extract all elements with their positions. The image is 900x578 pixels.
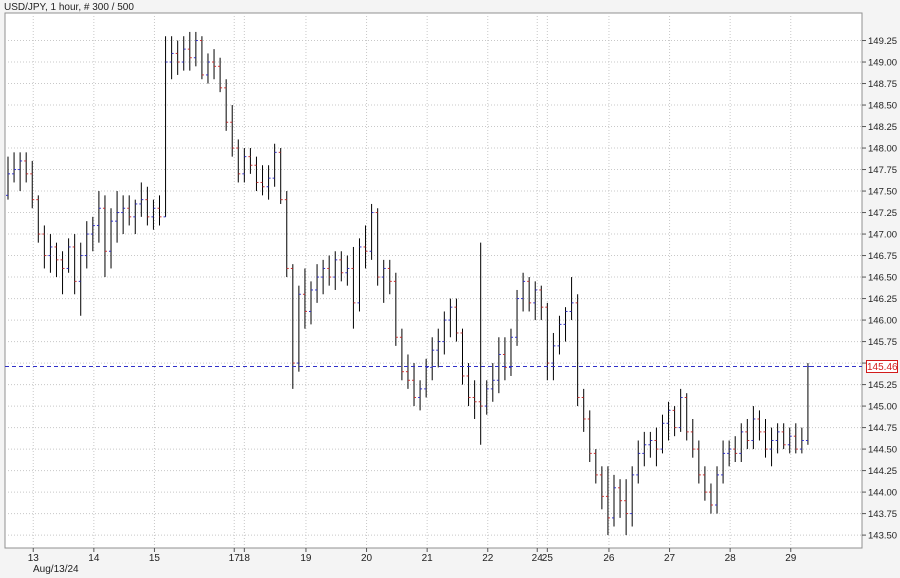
y-tick-label: 146.75 bbox=[868, 251, 897, 262]
y-tick-label: 145.00 bbox=[868, 402, 897, 413]
y-tick-label: 145.75 bbox=[868, 337, 897, 348]
y-axis: 143.50 143.75 144.00 144.25 144.50 144.75 145.… bbox=[862, 36, 897, 542]
x-tick-label: 15 bbox=[149, 553, 161, 564]
symbol: USD/JPY bbox=[4, 2, 45, 13]
last-price-tag: 145.46 bbox=[866, 360, 898, 373]
y-tick-label: 144.25 bbox=[868, 466, 897, 477]
y-tick-label: 149.25 bbox=[868, 36, 897, 47]
y-tick-label: 147.00 bbox=[868, 230, 897, 241]
x-tick-label: 21 bbox=[422, 553, 434, 564]
y-tick-label: 144.00 bbox=[868, 488, 897, 499]
price-chart: 143.50 143.75 144.00 144.25 144.50 144.75 145.… bbox=[4, 12, 897, 575]
x-tick-label: 19 bbox=[300, 553, 312, 564]
y-tick-label: 148.75 bbox=[868, 79, 897, 90]
y-tick-label: 146.50 bbox=[868, 273, 897, 284]
x-tick-label: 13 bbox=[28, 553, 40, 564]
x-tick-label: 22 bbox=[482, 553, 494, 564]
y-tick-label: 146.25 bbox=[868, 294, 897, 305]
y-tick-label: 144.50 bbox=[868, 445, 897, 456]
y-tick-label: 149.00 bbox=[868, 58, 897, 69]
x-tick-label: 14 bbox=[88, 553, 100, 564]
x-tick-label: 28 bbox=[725, 553, 737, 564]
y-tick-label: 145.25 bbox=[868, 380, 897, 391]
x-tick-label: 26 bbox=[603, 553, 615, 564]
x-axis-date-label: Aug/13/24 bbox=[33, 564, 79, 575]
x-tick-label: 18 bbox=[239, 553, 251, 564]
y-tick-label: 147.25 bbox=[868, 208, 897, 219]
x-tick-label: 29 bbox=[785, 553, 797, 564]
y-tick-label: 148.50 bbox=[868, 101, 897, 112]
y-tick-label: 147.75 bbox=[868, 165, 897, 176]
chart-title: USD/JPY, 1 hour, # 300 / 500 bbox=[4, 2, 134, 13]
y-tick-label: 144.75 bbox=[868, 423, 897, 434]
plot-area bbox=[4, 12, 863, 549]
x-tick-label: 20 bbox=[361, 553, 373, 564]
x-tick-label: 25 bbox=[542, 553, 554, 564]
y-tick-label: 143.75 bbox=[868, 509, 897, 520]
chart-subtitle: , 1 hour, # 300 / 500 bbox=[44, 2, 134, 13]
y-tick-label: 146.00 bbox=[868, 316, 897, 327]
x-axis: 13 14 15 1718 19 20 21 22 2425 26 27 28 29 bbox=[28, 548, 797, 564]
y-tick-label: 148.25 bbox=[868, 122, 897, 133]
y-tick-label: 147.50 bbox=[868, 187, 897, 198]
y-tick-label: 148.00 bbox=[868, 144, 897, 155]
chart-window: 143.50 143.75 144.00 144.25 144.50 144.75 145.… bbox=[0, 0, 900, 578]
y-tick-label: 143.50 bbox=[868, 531, 897, 542]
x-tick-label: 27 bbox=[664, 553, 676, 564]
